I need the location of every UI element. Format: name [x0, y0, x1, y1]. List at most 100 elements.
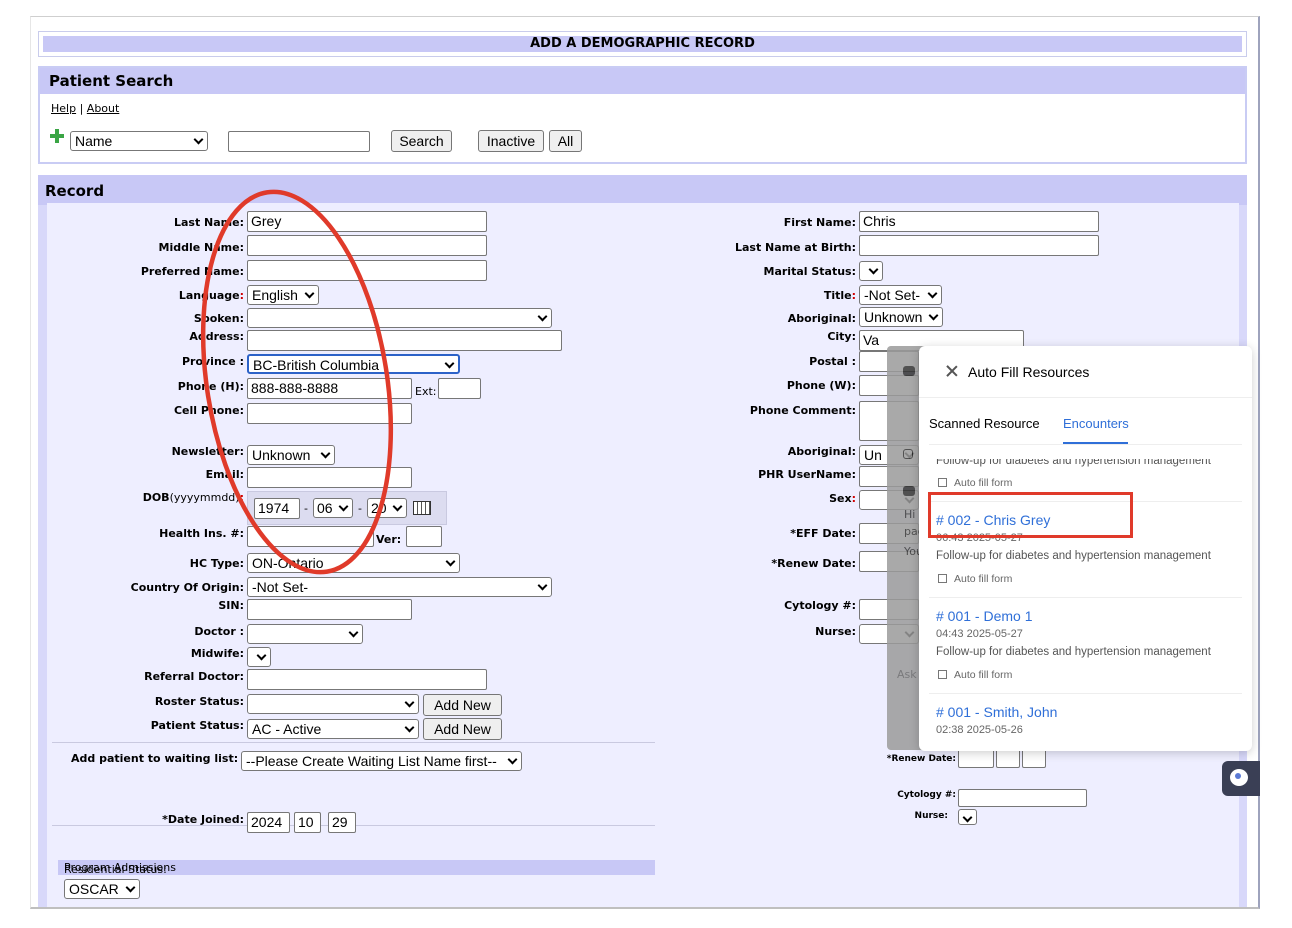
dob-label-text: DOB [142, 491, 170, 504]
last-name-birth-input[interactable] [859, 235, 1099, 256]
email-label: Email: [205, 468, 244, 481]
last-name-input[interactable]: Grey [247, 211, 487, 232]
patient-status-label: Patient Status: [150, 719, 244, 732]
referral-doctor-input[interactable] [247, 669, 487, 690]
chat-icon [903, 449, 913, 459]
referral-doctor-label: Referral Doctor: [144, 670, 244, 683]
link-separator: | [79, 102, 84, 115]
tab-scanned-resource[interactable]: Scanned Resource [929, 416, 1040, 431]
assistant-heart-icon [1230, 769, 1248, 786]
midwife-select[interactable] [247, 647, 271, 667]
ext-input[interactable] [438, 378, 481, 399]
date-joined-year[interactable]: 2024 [247, 812, 290, 833]
waiting-list-select[interactable]: --Please Create Waiting List Name first-… [241, 751, 522, 771]
renew-date-label: *Renew Date: [771, 557, 856, 570]
about-link[interactable]: About [87, 102, 120, 115]
language-select[interactable]: English [247, 285, 319, 305]
province-select[interactable]: BC-British Columbia [247, 354, 460, 374]
encounter-title[interactable]: # 001 - Smith, John [936, 704, 1057, 720]
province-label: Province : [181, 355, 244, 368]
nurse-label: Nurse: [815, 625, 856, 638]
dob-day-select[interactable]: 20 [367, 498, 407, 518]
title-select[interactable]: -Not Set- [859, 285, 942, 305]
page-title: ADD A DEMOGRAPHIC RECORD [43, 36, 1242, 52]
encounter-description: Follow-up for diabetes and hypertension … [936, 550, 1211, 562]
doctor-label: Doctor : [194, 625, 244, 638]
health-ins-input[interactable] [247, 526, 374, 547]
partial-auto-fill-link[interactable]: Auto fill form [938, 477, 1012, 489]
country-origin-select[interactable]: -Not Set- [247, 577, 552, 597]
dob-separator-1: - [304, 502, 308, 515]
phone-home-label: Phone (H): [177, 380, 244, 393]
assistant-fab-button[interactable] [1222, 761, 1260, 796]
tab-encounters[interactable]: Encounters [1063, 416, 1129, 431]
newsletter-select[interactable]: Unknown [247, 445, 335, 465]
sin-label: SIN: [218, 599, 244, 612]
cell-phone-input[interactable] [247, 403, 412, 424]
search-input[interactable] [228, 131, 370, 152]
spoken-select[interactable] [247, 308, 552, 328]
patient-status-select[interactable]: AC - Active [247, 719, 419, 739]
eff-date-label: *EFF Date: [790, 527, 856, 540]
search-button[interactable]: Search [391, 130, 452, 152]
bot-icon [903, 366, 915, 376]
phone-comment-label: Phone Comment: [749, 404, 856, 417]
preferred-name-input[interactable] [247, 260, 487, 281]
residential-status-select[interactable]: OSCAR [64, 879, 140, 899]
address-input[interactable] [247, 330, 562, 351]
help-link[interactable]: Help [51, 102, 76, 115]
aboriginal-label: Aboriginal: [787, 312, 856, 325]
cytology-label-2: Cytology #: [897, 790, 956, 800]
search-type-select[interactable]: Name [70, 131, 208, 151]
language-label: Language: [91, 289, 244, 302]
chat-ask-placeholder[interactable]: Ask [897, 668, 917, 681]
all-button[interactable]: All [549, 130, 582, 152]
add-new-roster-button[interactable]: Add New [423, 694, 502, 716]
add-new-status-button[interactable]: Add New [423, 718, 502, 740]
hc-type-label: HC Type: [189, 557, 244, 570]
auto-fill-form-link[interactable]: Auto fill form [938, 573, 1012, 585]
country-origin-label: Country Of Origin: [130, 581, 244, 594]
title-label-text: Title [823, 289, 852, 302]
dob-month-select[interactable]: 06 [313, 498, 353, 518]
patient-search-panel: Patient Search Help | About Name Search … [38, 66, 1247, 164]
aboriginal-select[interactable]: Unknown [859, 307, 943, 327]
middle-name-input[interactable] [247, 235, 487, 256]
renew-date-label-2: *Renew Date: [886, 754, 956, 764]
marital-status-select[interactable] [859, 261, 883, 281]
doctor-select[interactable] [247, 624, 363, 644]
roster-status-select[interactable] [247, 694, 419, 714]
phone-home-input[interactable]: 888-888-8888 [247, 378, 412, 399]
help-about-links: Help | About [51, 102, 119, 115]
patient-search-heading: Patient Search [40, 68, 1245, 94]
dob-required-colon: : [239, 491, 244, 504]
add-patient-plus-icon[interactable] [50, 129, 64, 143]
dob-year-input[interactable]: 1974 [254, 498, 300, 519]
ver-label: Ver: [376, 533, 402, 546]
hc-type-select[interactable]: ON-Ontario [247, 553, 460, 573]
sex-label-text: Sex [829, 492, 852, 505]
first-name-label: First Name: [783, 216, 856, 229]
cytology-input-2[interactable] [958, 789, 1087, 807]
sex-required-colon: : [851, 492, 856, 505]
preferred-name-label: Preferred Name: [140, 265, 244, 278]
city-label: City: [827, 330, 856, 343]
inactive-button[interactable]: Inactive [478, 130, 544, 152]
close-icon[interactable] [946, 365, 958, 377]
email-input[interactable] [247, 467, 412, 488]
external-link-icon [938, 670, 947, 679]
panel-title: Auto Fill Resources [968, 364, 1090, 380]
nurse-select-2[interactable] [958, 809, 977, 825]
partial-encounter-description: Follow-up for diabetes and hypertension … [936, 455, 1211, 467]
date-joined-month[interactable]: 10 [294, 812, 321, 833]
version-input[interactable] [406, 526, 442, 547]
tabs-divider [929, 444, 1242, 445]
auto-fill-form-link[interactable]: Auto fill form [938, 669, 1012, 681]
sin-input[interactable] [247, 599, 412, 620]
midwife-label: Midwife: [190, 647, 244, 660]
date-joined-day[interactable]: 29 [328, 812, 356, 833]
encounter-title[interactable]: # 001 - Demo 1 [936, 608, 1033, 624]
calendar-icon[interactable] [413, 501, 431, 515]
first-name-input[interactable]: Chris [859, 211, 1099, 232]
encounter-description: Follow-up for diabetes and hypertension … [936, 646, 1211, 658]
